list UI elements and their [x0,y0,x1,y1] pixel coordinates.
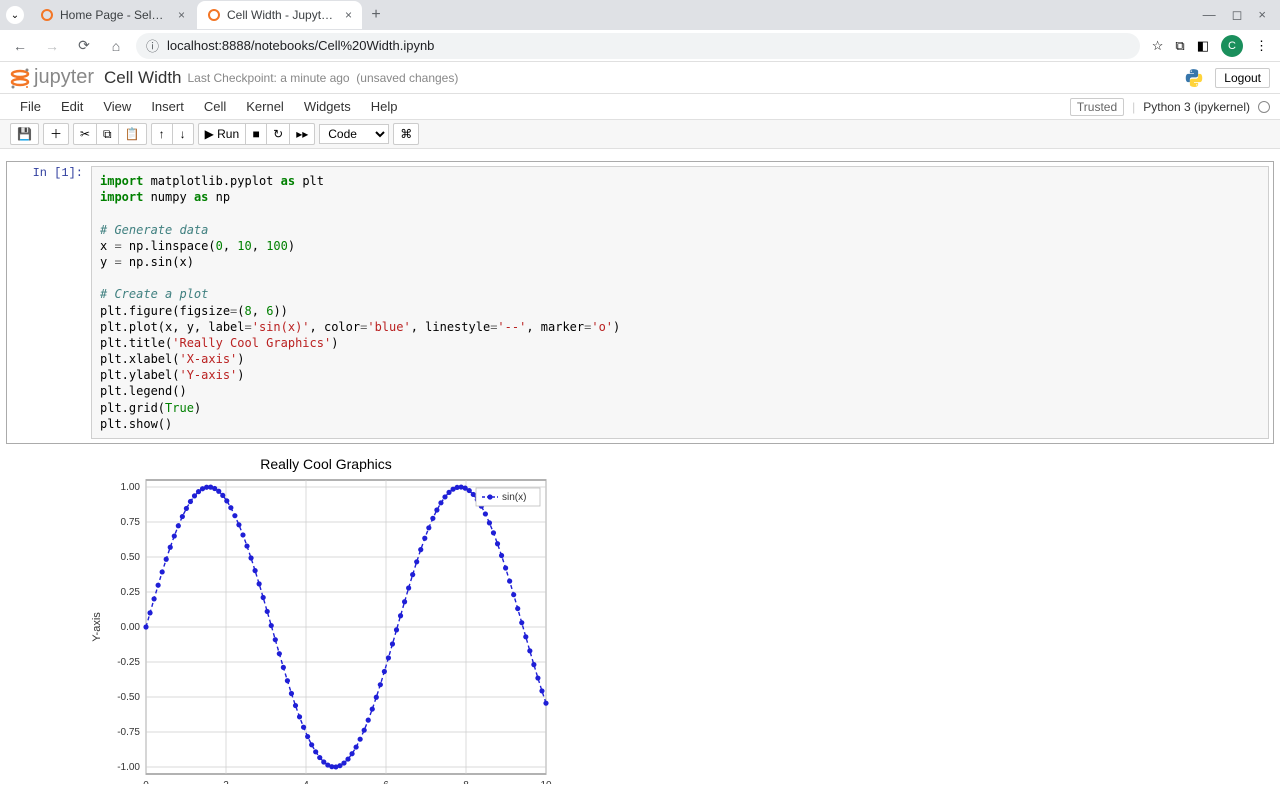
cell-type-select[interactable]: Code [319,124,389,144]
svg-text:2: 2 [223,780,229,784]
save-button[interactable]: 💾 [10,123,39,145]
close-icon[interactable]: × [178,8,185,22]
svg-text:Y-axis: Y-axis [91,612,103,642]
kebab-menu-icon[interactable]: ⋮ [1255,38,1268,54]
notebook-container: In [1]: import matplotlib.pyplot as plt … [0,149,1280,796]
tab-title: Cell Width - Jupyter Notebook [227,8,337,22]
menu-view[interactable]: View [93,99,141,114]
menu-widgets[interactable]: Widgets [294,99,361,114]
back-icon[interactable]: ← [8,38,32,54]
menubar: File Edit View Insert Cell Kernel Widget… [0,94,1280,120]
close-window-icon[interactable]: × [1258,7,1266,23]
address-bar[interactable]: ⓘ localhost:8888/notebooks/Cell%20Width.… [136,33,1140,59]
close-icon[interactable]: × [345,8,352,22]
svg-text:6: 6 [383,780,389,784]
svg-text:-0.25: -0.25 [117,657,140,668]
plot-output: Really Cool Graphics 0 2 4 6 8 10 -1.00 -0.75 -0… [86,450,566,784]
tab-title: Home Page - Select or create ... [60,8,170,22]
kernel-indicator-icon[interactable] [1258,101,1270,113]
plot-title: Really Cool Graphics [86,450,566,474]
browser-nav-bar: ← → ⟳ ⌂ ⓘ localhost:8888/notebooks/Cell%… [0,30,1280,62]
command-palette-button[interactable]: ⌘ [393,123,419,145]
svg-text:10: 10 [540,780,552,784]
jupyter-logo[interactable]: jupyter [10,66,94,89]
jupyter-logo-text: jupyter [34,66,94,89]
move-down-button[interactable]: ↓ [172,123,194,145]
paste-button[interactable]: 📋 [118,123,147,145]
restart-run-all-button[interactable]: ▸▸ [289,123,315,145]
menu-cell[interactable]: Cell [194,99,236,114]
svg-text:0: 0 [143,780,149,784]
menu-file[interactable]: File [10,99,51,114]
notebook-name[interactable]: Cell Width [104,68,181,88]
trusted-indicator[interactable]: Trusted [1070,98,1124,116]
menu-help[interactable]: Help [361,99,408,114]
svg-text:0.50: 0.50 [121,552,141,563]
svg-text:0.75: 0.75 [121,517,141,528]
jupyter-favicon [40,8,54,22]
svg-text:-0.50: -0.50 [117,692,140,703]
menu-insert[interactable]: Insert [141,99,194,114]
svg-text:sin(x): sin(x) [502,492,526,503]
extensions-icon[interactable]: ⧉ [1175,38,1184,54]
input-prompt: In [1]: [11,166,91,439]
menu-kernel[interactable]: Kernel [236,99,294,114]
plot-svg: 0 2 4 6 8 10 -1.00 -0.75 -0.50 -0.25 0.00 0.25 0.50 0… [86,474,566,784]
menu-edit[interactable]: Edit [51,99,93,114]
browser-tab-strip: ⌄ Home Page - Select or create ... × Cel… [0,0,1280,30]
jupyter-favicon [207,8,221,22]
move-up-button[interactable]: ↑ [151,123,173,145]
svg-text:8: 8 [463,780,469,784]
insert-cell-button[interactable]: ＋ [43,123,69,145]
python-logo-icon [1183,67,1205,89]
side-panel-icon[interactable]: ◧ [1197,38,1209,54]
minimize-icon[interactable]: — [1203,7,1216,23]
cut-button[interactable]: ✂ [73,123,97,145]
svg-text:0.00: 0.00 [121,622,141,633]
logout-button[interactable]: Logout [1215,68,1270,88]
forward-icon[interactable]: → [40,38,64,54]
kernel-name[interactable]: Python 3 (ipykernel) [1143,100,1250,114]
browser-tab-active[interactable]: Cell Width - Jupyter Notebook × [197,1,362,29]
browser-tab[interactable]: Home Page - Select or create ... × [30,1,195,29]
url-text: localhost:8888/notebooks/Cell%20Width.ip… [167,38,434,53]
profile-avatar[interactable]: C [1221,35,1243,57]
run-button[interactable]: ▶ Run [198,123,247,145]
bookmark-star-icon[interactable]: ☆ [1152,38,1164,54]
cell-output: . Really Cool Graphics 0246810-1.00-0.75… [6,450,1274,784]
copy-button[interactable]: ⧉ [96,123,119,145]
toolbar: 💾 ＋ ✂ ⧉ 📋 ↑ ↓ ▶ Run ■ ↻ ▸▸ Code ⌘ [0,120,1280,149]
reload-icon[interactable]: ⟳ [72,37,96,54]
restart-button[interactable]: ↻ [266,123,290,145]
code-editor[interactable]: import matplotlib.pyplot as plt import n… [91,166,1269,439]
jupyter-header: jupyter Cell Width Last Checkpoint: a mi… [0,62,1280,94]
checkpoint-text: Last Checkpoint: a minute ago (unsaved c… [188,71,459,85]
svg-text:1.00: 1.00 [121,482,141,493]
home-icon[interactable]: ⌂ [104,38,128,54]
svg-text:4: 4 [303,780,309,784]
code-cell[interactable]: In [1]: import matplotlib.pyplot as plt … [6,161,1274,444]
new-tab-button[interactable]: + [364,6,388,24]
maximize-icon[interactable]: ◻ [1232,7,1243,23]
svg-text:-1.00: -1.00 [117,762,140,773]
tab-search-button[interactable]: ⌄ [6,6,24,24]
svg-text:-0.75: -0.75 [117,727,140,738]
site-info-icon[interactable]: ⓘ [146,36,159,55]
svg-text:0.25: 0.25 [121,587,141,598]
interrupt-button[interactable]: ■ [245,123,267,145]
